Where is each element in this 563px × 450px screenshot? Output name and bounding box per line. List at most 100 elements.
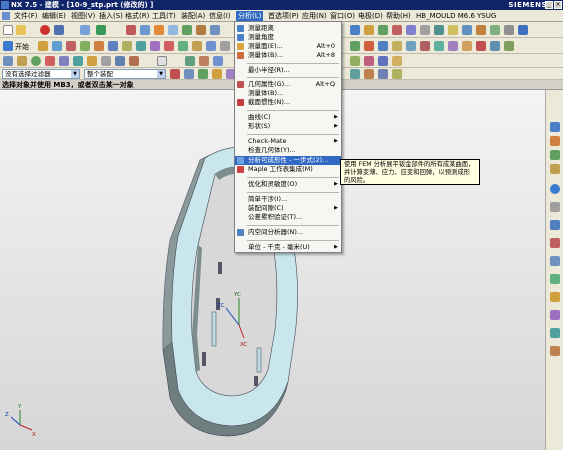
draft-icon[interactable] [178,41,188,51]
sketch-icon[interactable] [38,41,48,51]
join-icon[interactable] [392,56,402,66]
helix-icon[interactable] [101,56,111,66]
line-icon[interactable] [3,56,13,66]
menu-help[interactable]: 帮助(H) [386,11,411,21]
menu-edit[interactable]: 编辑(E) [42,11,66,21]
type-filter-select[interactable]: 没有选择过滤器 ▼ [2,69,80,79]
new-file-icon[interactable] [3,25,13,35]
snap-intersection-icon[interactable] [378,69,388,79]
menu-item-tolerance-stackup[interactable]: 公差累积验证(T)... [235,213,341,222]
menu-item-formability-analysis[interactable]: 分析可成形性 - 一步式(2)... [235,156,341,165]
text-icon[interactable] [157,56,167,66]
synchronous-icon[interactable] [504,41,514,51]
web-browser-icon[interactable] [550,184,560,194]
delete-face-icon[interactable] [476,41,486,51]
replace-icon[interactable] [448,41,458,51]
menu-ysug[interactable]: YSUG [477,11,496,21]
pan-icon[interactable] [210,25,220,35]
analysis-icon[interactable] [476,25,486,35]
minimize-button[interactable]: _ [545,1,553,9]
view-icon[interactable] [154,25,164,35]
offset-curve-icon[interactable] [115,56,125,66]
chevron-down-icon[interactable]: ▼ [71,70,79,78]
offset-icon[interactable] [392,41,402,51]
subtract-icon[interactable] [364,41,374,51]
menu-item-measure-body[interactable]: 测量体(B)... Alt+8 [235,51,341,60]
menu-item-section-inertia[interactable]: 截面惯性(N)... [235,98,341,107]
chevron-down-icon[interactable]: ▼ [157,70,165,78]
menu-item-minimum-radius[interactable]: 最小半径(R)... [235,66,341,75]
menu-preferences[interactable]: 首选项(P) [268,11,299,21]
pattern-icon[interactable] [192,41,202,51]
snap-point-icon[interactable] [198,69,208,79]
split-icon[interactable] [434,41,444,51]
zoom-icon[interactable] [182,25,192,35]
menu-item-measure-distance[interactable]: 测量距离 [235,24,341,33]
edges-icon[interactable] [434,25,444,35]
system-materials-icon[interactable] [550,220,560,230]
color-icon[interactable] [406,25,416,35]
reuse-library-icon[interactable] [550,164,560,174]
pad-icon[interactable] [122,41,132,51]
assembly-scope-select[interactable]: 整个装配 ▼ [84,69,166,79]
menu-insert[interactable]: 插入(S) [99,11,123,21]
system-scenes-icon[interactable] [550,274,560,284]
palette-icon[interactable] [550,310,560,320]
fit-icon[interactable] [168,25,178,35]
blend-icon[interactable] [136,41,146,51]
close-button[interactable]: × [554,1,562,9]
snap-end-icon[interactable] [212,69,222,79]
snap-center-icon[interactable] [350,69,360,79]
extrude-icon[interactable] [52,41,62,51]
display-icon[interactable] [490,25,500,35]
revolve-icon[interactable] [66,41,76,51]
shade-icon[interactable] [140,25,150,35]
layer-icon[interactable] [350,25,360,35]
menu-window[interactable]: 窗口(O) [330,11,355,21]
unite-icon[interactable] [350,41,360,51]
start-icon[interactable] [3,41,13,51]
menu-item-curve[interactable]: 曲线(C) ▶ [235,113,341,122]
section-curve-icon[interactable] [350,56,360,66]
circle-icon[interactable] [31,56,41,66]
section-icon[interactable] [448,25,458,35]
open-icon[interactable] [16,25,26,35]
menu-item-maple-integration[interactable]: Maple 工作表集成(M) [235,165,341,174]
hole-icon[interactable] [80,41,90,51]
resize-icon[interactable] [490,41,500,51]
selection-icon[interactable] [364,25,374,35]
menu-file[interactable]: 文件(F) [14,11,38,21]
record-icon[interactable] [40,25,50,35]
menu-item-examine-geometry[interactable]: 检查几何体(Y)... [235,146,341,155]
project-icon[interactable] [129,56,139,66]
analysis-panel-icon[interactable] [550,346,560,356]
point-icon[interactable] [87,56,97,66]
part-navigator-icon[interactable] [550,150,560,160]
shape-icon[interactable] [96,25,106,35]
mirror-icon[interactable] [206,41,216,51]
assembly-navigator-icon[interactable] [550,122,560,132]
measure-icon[interactable] [462,25,472,35]
menu-item-measure-angle[interactable]: 测量角度 [235,33,341,42]
menu-item-simple-interference[interactable]: 简单干涉(I)... [235,195,341,204]
process-studio-icon[interactable] [550,238,560,248]
visualization-icon[interactable] [550,328,560,338]
help-icon[interactable] [518,25,528,35]
menu-item-assembly-clearance[interactable]: 装配间隙(C) ▶ [235,204,341,213]
spline-icon[interactable] [73,56,83,66]
snap-icon[interactable] [378,25,388,35]
manufacturing-icon[interactable] [550,292,560,302]
shell-icon[interactable] [164,41,174,51]
wireframe-icon[interactable] [420,25,430,35]
menu-item-measure-bodies[interactable]: 测量体(B)... [235,89,341,98]
thicken-icon[interactable] [406,41,416,51]
trim-icon[interactable] [220,41,230,51]
menu-analysis[interactable]: 分析(L) [236,11,264,21]
constraint-navigator-icon[interactable] [550,136,560,146]
save-icon[interactable] [54,25,64,35]
menu-format[interactable]: 格式(R) [125,11,149,21]
settings-icon[interactable] [504,25,514,35]
menu-information[interactable]: 信息(I) [209,11,231,21]
move-face-icon[interactable] [462,41,472,51]
menu-item-measure-face[interactable]: 测量面(E)... Alt+0 [235,42,341,51]
